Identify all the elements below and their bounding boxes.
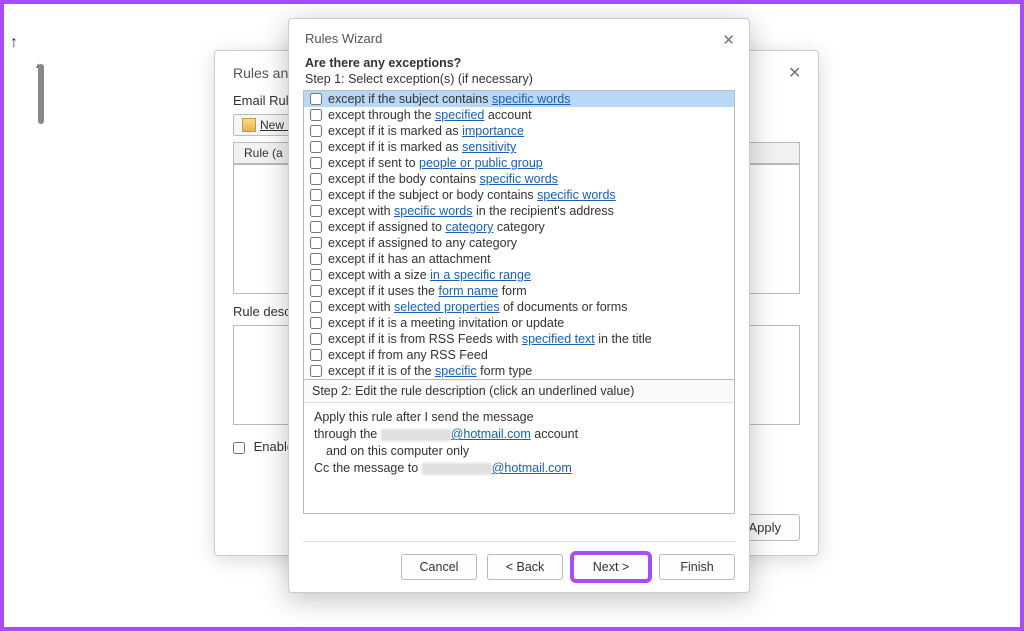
exception-link[interactable]: in a specific range (430, 268, 531, 282)
cancel-button[interactable]: Cancel (401, 554, 477, 580)
exception-checkbox[interactable] (310, 93, 322, 105)
exception-checkbox[interactable] (310, 189, 322, 201)
exception-checkbox[interactable] (310, 157, 322, 169)
up-arrow-icon: ↑ (10, 34, 18, 52)
exception-row[interactable]: except if the subject or body contains s… (304, 187, 734, 203)
step2-label: Step 2: Edit the rule description (click… (304, 380, 734, 403)
next-button[interactable]: Next > (573, 554, 649, 580)
exception-row[interactable]: except if it is marked as importance (304, 123, 734, 139)
exception-row[interactable]: except if it has an attachment (304, 251, 734, 267)
rules-wizard-dialog: Rules Wizard ✕ Are there any exceptions?… (288, 18, 750, 593)
exception-link[interactable]: specific words (479, 172, 558, 186)
desc-line: Cc the message to @hotmail.com (314, 460, 724, 477)
exception-link[interactable]: sensitivity (462, 140, 516, 154)
exception-row[interactable]: except through the specified account (304, 107, 734, 123)
exception-checkbox[interactable] (310, 253, 322, 265)
exception-row[interactable]: except if sent to people or public group (304, 155, 734, 171)
exception-row[interactable]: except if the subject contains specific … (304, 91, 734, 107)
step2-area: Step 2: Edit the rule description (click… (303, 379, 735, 514)
exception-checkbox[interactable] (310, 349, 322, 361)
exception-checkbox[interactable] (310, 109, 322, 121)
exception-link[interactable]: specific (435, 364, 477, 378)
wizard-question: Are there any exceptions? (289, 56, 749, 70)
rule-description-body: Apply this rule after I send the message… (304, 403, 734, 513)
exception-link[interactable]: specific words (492, 92, 571, 106)
exception-checkbox[interactable] (310, 365, 322, 377)
exception-row[interactable]: except with selected properties of docum… (304, 299, 734, 315)
finish-button[interactable]: Finish (659, 554, 735, 580)
enable-checkbox[interactable] (233, 442, 245, 454)
exception-list[interactable]: except if the subject contains specific … (303, 90, 735, 379)
exception-row[interactable]: except if it uses the form name form (304, 283, 734, 299)
exception-link[interactable]: selected properties (394, 300, 500, 314)
exception-link[interactable]: people or public group (419, 156, 543, 170)
exception-link[interactable]: specified (435, 108, 484, 122)
exception-checkbox[interactable] (310, 125, 322, 137)
exception-link[interactable]: specific words (537, 188, 616, 202)
exception-link[interactable]: specific words (394, 204, 473, 218)
back-button[interactable]: < Back (487, 554, 563, 580)
exception-row[interactable]: except with specific words in the recipi… (304, 203, 734, 219)
desc-line: and on this computer only (314, 443, 724, 460)
close-icon[interactable]: ✕ (722, 31, 735, 49)
wizard-button-row: Cancel < Back Next > Finish (303, 541, 735, 580)
exception-row[interactable]: except if it is marked as sensitivity (304, 139, 734, 155)
redacted-text (381, 429, 451, 441)
cc-link[interactable]: @hotmail.com (492, 461, 572, 475)
step1-label: Step 1: Select exception(s) (if necessar… (289, 70, 749, 90)
exception-checkbox[interactable] (310, 285, 322, 297)
exception-checkbox[interactable] (310, 269, 322, 281)
exception-checkbox[interactable] (310, 301, 322, 313)
exception-row[interactable]: except with a size in a specific range (304, 267, 734, 283)
exception-link[interactable]: form name (438, 284, 498, 298)
exception-row[interactable]: except if it is of the specific form typ… (304, 363, 734, 379)
exception-link[interactable]: category (445, 220, 493, 234)
exception-row[interactable]: except if the body contains specific wor… (304, 171, 734, 187)
exception-checkbox[interactable] (310, 237, 322, 249)
exception-checkbox[interactable] (310, 221, 322, 233)
exception-link[interactable]: importance (462, 124, 524, 138)
account-link[interactable]: @hotmail.com (451, 427, 531, 441)
exception-row[interactable]: except if assigned to any category (304, 235, 734, 251)
desc-line: through the @hotmail.com account (314, 426, 724, 443)
exception-row[interactable]: except if from any RSS Feed (304, 347, 734, 363)
exception-checkbox[interactable] (310, 141, 322, 153)
close-icon[interactable]: ✕ (788, 63, 804, 79)
exception-row[interactable]: except if assigned to category category (304, 219, 734, 235)
exception-checkbox[interactable] (310, 333, 322, 345)
new-rule-icon (242, 118, 256, 132)
scrollbar-thumb[interactable] (38, 64, 44, 124)
exception-checkbox[interactable] (310, 173, 322, 185)
exception-checkbox[interactable] (310, 317, 322, 329)
redacted-text (422, 463, 492, 475)
desc-line: Apply this rule after I send the message (314, 409, 724, 426)
exception-link[interactable]: specified text (522, 332, 595, 346)
exception-row[interactable]: except if it is from RSS Feeds with spec… (304, 331, 734, 347)
wizard-title: Rules Wizard (289, 19, 749, 56)
exception-checkbox[interactable] (310, 205, 322, 217)
exception-row[interactable]: except if it is a meeting invitation or … (304, 315, 734, 331)
